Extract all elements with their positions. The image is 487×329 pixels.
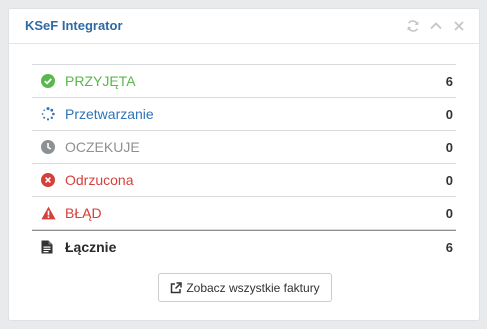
status-row-oczekuje: OCZEKUJE 0 [32, 131, 456, 164]
status-label: OCZEKUJE [65, 139, 140, 155]
status-label: Przetwarzanie [65, 106, 154, 122]
total-row: Łącznie 6 [32, 230, 456, 263]
x-circle-icon [41, 173, 55, 187]
status-label: PRZYJĘTA [65, 73, 136, 89]
spinner-icon [41, 107, 55, 121]
clock-icon [41, 140, 55, 154]
widget-tools [405, 17, 467, 35]
warning-icon [41, 206, 56, 220]
check-circle-icon [41, 74, 55, 88]
view-all-invoices-label: Zobacz wszystkie faktury [186, 280, 320, 295]
status-count: 0 [445, 107, 453, 122]
widget-title: KSeF Integrator [25, 18, 123, 33]
view-all-invoices-button[interactable]: Zobacz wszystkie faktury [158, 273, 332, 302]
close-icon[interactable] [451, 18, 467, 34]
refresh-icon[interactable] [405, 18, 421, 34]
status-table: PRZYJĘTA 6 Przetwarzanie 0 OCZEKUJE 0 Od… [32, 64, 456, 263]
total-label: Łącznie [65, 239, 117, 255]
ksef-widget: KSeF Integrator PRZYJĘTA 6 Przetwarzanie… [8, 8, 480, 321]
status-row-blad: BŁĄD 0 [32, 197, 456, 230]
status-row-przetwarzanie: Przetwarzanie 0 [32, 98, 456, 131]
widget-header: KSeF Integrator [9, 9, 479, 44]
status-count: 0 [445, 173, 453, 188]
total-count: 6 [445, 240, 453, 255]
status-count: 0 [445, 140, 453, 155]
status-label: BŁĄD [65, 205, 102, 221]
status-row-przyjeta: PRZYJĘTA 6 [32, 65, 456, 98]
status-count: 6 [445, 74, 453, 89]
document-icon [41, 240, 55, 254]
external-link-icon [171, 281, 183, 293]
status-row-odrzucona: Odrzucona 0 [32, 164, 456, 197]
status-label: Odrzucona [65, 172, 134, 188]
chevron-up-icon[interactable] [428, 18, 444, 34]
status-count: 0 [445, 206, 453, 221]
